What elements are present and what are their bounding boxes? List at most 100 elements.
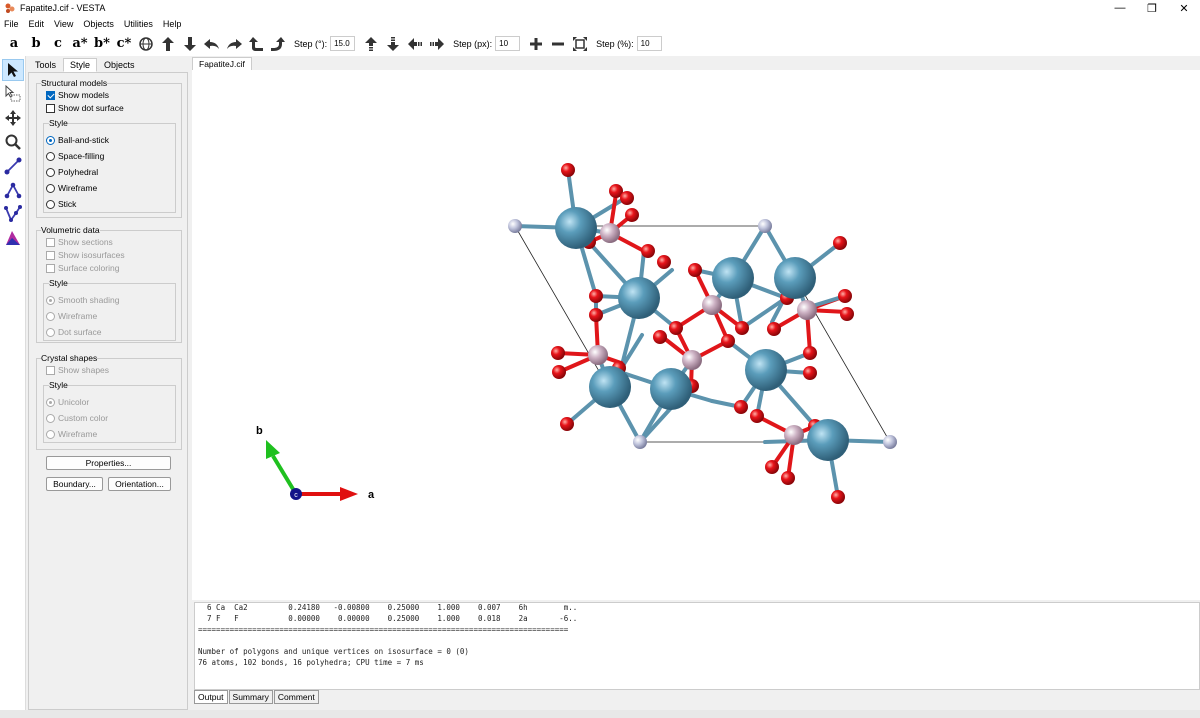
angle-tool-icon[interactable] [2, 179, 24, 201]
radio-unicolor[interactable]: Unicolor [46, 397, 89, 407]
rotate-cw-icon[interactable] [268, 34, 288, 54]
view-b-star-button[interactable]: b* [92, 34, 112, 54]
menu-objects[interactable]: Objects [83, 19, 114, 29]
view-c-star-button[interactable]: c* [114, 34, 134, 54]
window-title: FapatiteJ.cif - VESTA [20, 3, 106, 13]
crystal-wireframe-label: Wireframe [58, 429, 98, 439]
lattice-plane-tool-icon[interactable] [2, 227, 24, 249]
step-pct-input[interactable] [636, 36, 662, 51]
menu-view[interactable]: View [54, 19, 73, 29]
calcium-atom [807, 419, 849, 461]
custom-color-label: Custom color [58, 413, 109, 423]
output-line: 76 atoms, 102 bonds, 16 polyhedra; CPU t… [198, 658, 424, 667]
volumetric-style-title: Style [49, 278, 68, 288]
magnify-tool-icon[interactable] [2, 131, 24, 153]
translate-left-icon[interactable] [405, 34, 425, 54]
show-shapes-label: Show shapes [58, 365, 110, 375]
show-models-checkbox[interactable]: Show models [46, 90, 109, 100]
view-a-star-button[interactable]: a* [70, 34, 90, 54]
dihedral-tool-icon[interactable] [2, 203, 24, 225]
standard-orientation-icon[interactable] [136, 34, 156, 54]
rotate-down-icon[interactable] [180, 34, 200, 54]
translate-right-icon[interactable] [427, 34, 447, 54]
polyhedral-label: Polyhedral [58, 167, 99, 177]
custom-color-radio-icon [46, 413, 55, 423]
show-dot-surface-check-icon [46, 103, 55, 113]
select-tool-icon[interactable] [2, 59, 24, 81]
calcium-atom [745, 349, 787, 391]
distance-tool-icon[interactable] [2, 155, 24, 177]
marquee-select-tool-icon[interactable] [2, 83, 24, 105]
oxygen-atom [561, 163, 575, 177]
tab-objects[interactable]: Objects [97, 58, 142, 72]
radio-space-filling[interactable]: Space-filling [46, 151, 104, 161]
orientation-button[interactable]: Orientation... [108, 477, 171, 491]
close-button[interactable]: ✕ [1168, 0, 1200, 16]
step-px-label: Step (px): [453, 38, 493, 49]
view-c-button[interactable]: c [48, 34, 68, 54]
fluorine-atom [633, 435, 647, 449]
surface-coloring-checkbox[interactable]: Surface coloring [46, 263, 119, 273]
structural-models-title: Structural models [41, 78, 108, 88]
translate-down-icon[interactable] [383, 34, 403, 54]
step-deg-input[interactable] [330, 36, 356, 51]
structure-canvas[interactable]: c a b [192, 70, 1200, 600]
zoom-out-icon[interactable] [548, 34, 568, 54]
tab-output[interactable]: Output [194, 690, 228, 704]
translate-up-icon[interactable] [361, 34, 381, 54]
minimize-button[interactable]: — [1104, 0, 1136, 16]
radio-ball-and-stick[interactable]: Ball-and-stick [46, 135, 109, 145]
crystal-wireframe-radio-icon [46, 429, 55, 439]
radio-stick[interactable]: Stick [46, 199, 76, 209]
step-px-input[interactable] [495, 36, 521, 51]
radio-wireframe[interactable]: Wireframe [46, 183, 97, 193]
menu-utilities[interactable]: Utilities [124, 19, 153, 29]
show-sections-checkbox[interactable]: Show sections [46, 237, 113, 247]
surface-coloring-check-icon [46, 263, 55, 273]
structural-style-title: Style [49, 118, 68, 128]
menu-file[interactable]: File [4, 19, 19, 29]
radio-vol-wireframe[interactable]: Wireframe [46, 311, 97, 321]
rotate-left-icon[interactable] [202, 34, 222, 54]
radio-smooth-shading[interactable]: Smooth shading [46, 295, 119, 305]
tab-comment[interactable]: Comment [273, 690, 319, 704]
fluorine-atom [758, 219, 772, 233]
menu-edit[interactable]: Edit [29, 19, 45, 29]
view-b-button[interactable]: b [26, 34, 46, 54]
show-sections-check-icon [46, 237, 55, 247]
maximize-button[interactable]: ❐ [1136, 0, 1168, 16]
structure-viewport[interactable]: c a b [192, 70, 1200, 600]
unicolor-radio-icon [46, 397, 55, 407]
rotate-ccw-icon[interactable] [246, 34, 266, 54]
oxygen-atom [765, 460, 779, 474]
fit-to-screen-icon[interactable] [570, 34, 590, 54]
step-deg-label: Step (°): [294, 38, 328, 49]
zoom-in-icon[interactable] [526, 34, 546, 54]
tab-summary[interactable]: Summary [228, 690, 273, 704]
rotate-right-icon[interactable] [224, 34, 244, 54]
b-axis-arrow [271, 454, 298, 496]
ball-and-stick-radio-icon [46, 135, 55, 145]
oxygen-atom [552, 365, 566, 379]
translate-tool-icon[interactable] [2, 107, 24, 129]
radio-dot-surface[interactable]: Dot surface [46, 327, 101, 337]
tab-tools[interactable]: Tools [28, 58, 63, 72]
crystal-style-title: Style [49, 380, 68, 390]
show-isosurfaces-checkbox[interactable]: Show isosurfaces [46, 250, 125, 260]
rotate-up-icon[interactable] [158, 34, 178, 54]
radio-crystal-wireframe[interactable]: Wireframe [46, 429, 97, 439]
radio-polyhedral[interactable]: Polyhedral [46, 167, 98, 177]
menu-help[interactable]: Help [163, 19, 182, 29]
document-tab[interactable]: FapatiteJ.cif [192, 57, 252, 70]
show-shapes-checkbox[interactable]: Show shapes [46, 365, 109, 375]
boundary-button[interactable]: Boundary... [46, 477, 103, 491]
show-dot-surface-checkbox[interactable]: Show dot surface [46, 103, 124, 113]
radio-custom-color[interactable]: Custom color [46, 413, 108, 423]
tab-style[interactable]: Style [63, 58, 98, 72]
view-a-button[interactable]: a [4, 34, 24, 54]
properties-button[interactable]: Properties... [46, 456, 171, 470]
calcium-atom [555, 207, 597, 249]
oxygen-atom [734, 400, 748, 414]
b-axis-label: b [256, 425, 263, 437]
output-panel[interactable]: 6 Ca Ca2 0.24180 -0.00800 0.25000 1.000 … [194, 602, 1200, 690]
